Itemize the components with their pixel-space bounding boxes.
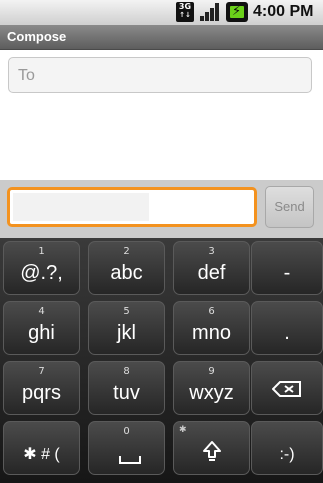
key-label: tuv [113,382,140,404]
key-label: jkl [117,322,136,344]
shift-arrow-icon [203,441,221,461]
shift-corner-mark: ✱ [179,425,187,435]
network-arrows: ↑↓ [179,11,191,19]
key-number: 8 [123,366,130,377]
key-number: 7 [38,366,45,377]
key-label: . [284,322,290,344]
key-3[interactable]: 3 def [173,241,250,295]
network-3g-icon: 3G ↑↓ [176,2,194,22]
key-8[interactable]: 8 tuv [88,361,165,415]
compose-bar: Send [0,180,323,238]
recipient-to-field[interactable]: To [8,57,312,93]
send-button[interactable]: Send [265,186,314,228]
key-6[interactable]: 6 mno [173,301,250,355]
key-label: wxyz [189,382,234,404]
key-label: ghi [28,322,55,344]
space-icon [119,456,141,464]
to-placeholder: To [18,67,35,84]
key-dash[interactable]: - [251,241,323,295]
battery-charging-icon: ⚡ [226,2,248,22]
key-5[interactable]: 5 jkl [88,301,165,355]
key-number: 2 [123,246,130,257]
key-label: ✱ # ( [23,446,60,463]
signal-strength-icon [200,3,219,21]
key-number: 0 [123,426,130,437]
key-4[interactable]: 4 ghi [3,301,80,355]
key-label: abc [110,262,143,284]
message-input-inner [13,193,149,221]
keypad: 1 @.?, 2 abc 3 def - 4 ghi 5 jkl 6 mno .… [0,238,323,483]
page-title: Compose [7,29,67,44]
key-number: 5 [123,306,130,317]
message-content-area: To [0,50,323,180]
key-label: - [283,262,291,284]
message-text-input[interactable] [7,187,257,227]
key-number: 6 [208,306,215,317]
title-bar: Compose [0,25,323,50]
key-0-space[interactable]: 0 [88,421,165,475]
network-type-label: 3G [178,2,192,11]
key-number: 9 [208,366,215,377]
key-number: 1 [38,246,45,257]
key-label: @.?, [20,262,63,284]
key-7[interactable]: 7 pqrs [3,361,80,415]
status-bar: 3G ↑↓ ⚡ 4:00 PM [0,0,323,25]
key-label: mno [192,322,231,344]
shift-key[interactable]: ✱ [173,421,250,475]
key-period[interactable]: . [251,301,323,355]
key-1[interactable]: 1 @.?, [3,241,80,295]
backspace-key[interactable] [251,361,323,415]
key-label: pqrs [22,382,61,404]
backspace-icon [272,381,301,397]
key-number: 3 [208,246,215,257]
key-symbols[interactable]: ✱ # ( [3,421,80,475]
key-9[interactable]: 9 wxyz [173,361,250,415]
status-clock: 4:00 PM [253,3,314,20]
key-label: :-) [279,446,295,463]
key-number: 4 [38,306,45,317]
key-2[interactable]: 2 abc [88,241,165,295]
key-label: def [197,262,226,284]
emoticon-key[interactable]: :-) [251,421,323,475]
